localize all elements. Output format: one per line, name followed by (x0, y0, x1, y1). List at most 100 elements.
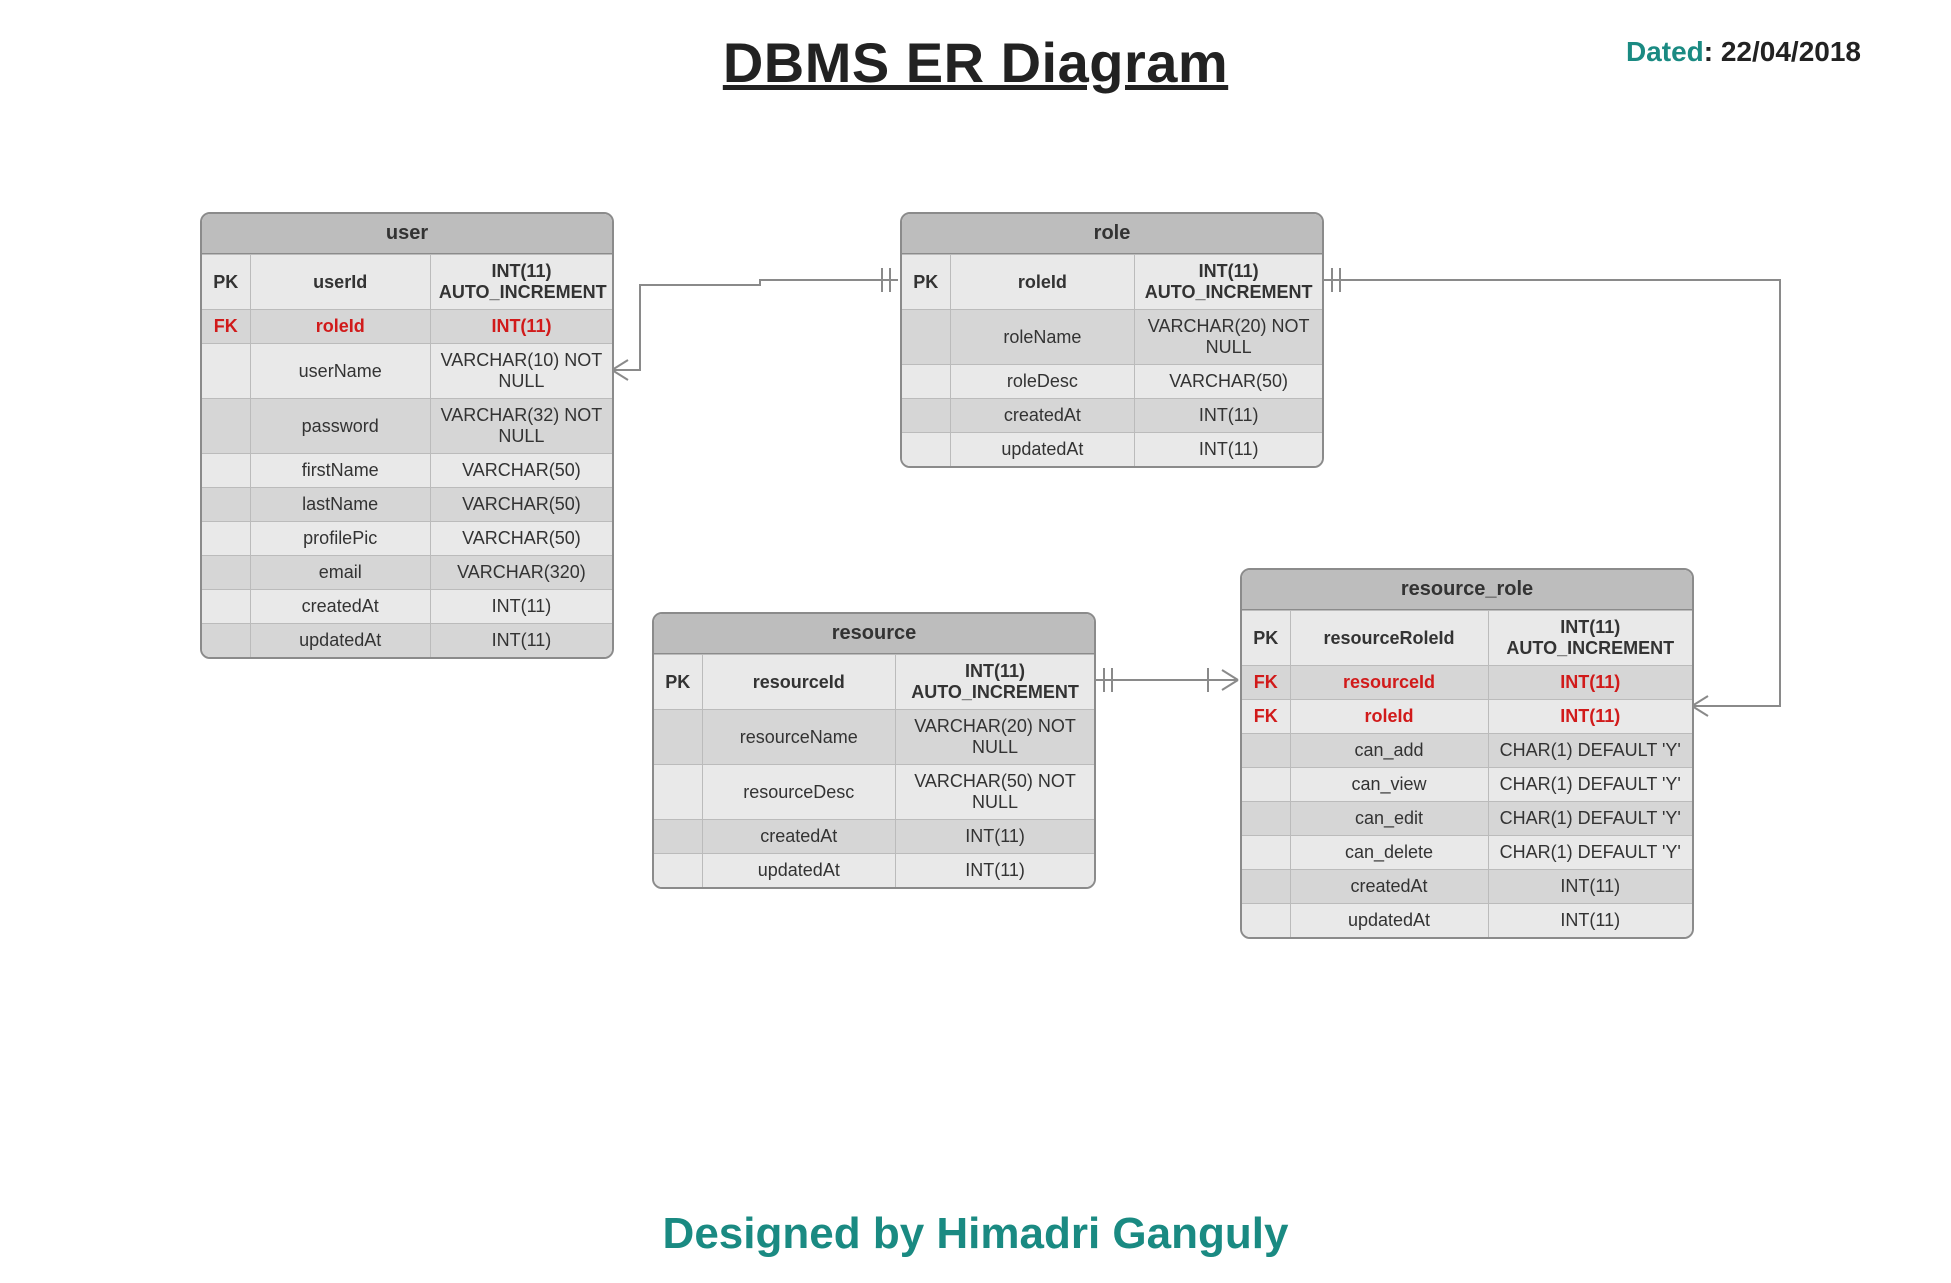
column-row: updatedAtINT(11) (202, 624, 612, 658)
type-cell: INT(11) (1488, 904, 1692, 938)
er-diagram-page: DBMS ER Diagram Dated: 22/04/2018 userPK… (0, 0, 1951, 1283)
key-cell (1242, 802, 1290, 836)
name-cell: updatedAt (250, 624, 430, 658)
crows-foot-user (612, 360, 628, 380)
key-cell (202, 590, 250, 624)
crows-foot-rr-left (1222, 670, 1238, 690)
column-row: userNameVARCHAR(10) NOT NULL (202, 344, 612, 399)
type-cell: INT(11) (1135, 433, 1322, 467)
rel-user-to-role (612, 280, 898, 370)
column-row: PKresourceIdINT(11) AUTO_INCREMENT (654, 655, 1094, 710)
entity-caption: resource (654, 614, 1094, 654)
type-cell: INT(11) AUTO_INCREMENT (896, 655, 1094, 710)
key-cell (902, 365, 950, 399)
type-cell: CHAR(1) DEFAULT 'Y' (1488, 836, 1692, 870)
column-row: updatedAtINT(11) (902, 433, 1322, 467)
key-cell: PK (902, 255, 950, 310)
dated-label: Dated (1626, 36, 1704, 67)
entity-resource_role: resource_rolePKresourceRoleIdINT(11) AUT… (1240, 568, 1694, 939)
key-cell (202, 556, 250, 590)
type-cell: CHAR(1) DEFAULT 'Y' (1488, 802, 1692, 836)
entity-user: userPKuserIdINT(11) AUTO_INCREMENTFKrole… (200, 212, 614, 659)
column-row: createdAtINT(11) (654, 820, 1094, 854)
column-row: FKroleIdINT(11) (1242, 700, 1692, 734)
name-cell: createdAt (1290, 870, 1488, 904)
name-cell: createdAt (250, 590, 430, 624)
column-row: createdAtINT(11) (902, 399, 1322, 433)
key-cell (1242, 870, 1290, 904)
name-cell: email (250, 556, 430, 590)
column-row: can_viewCHAR(1) DEFAULT 'Y' (1242, 768, 1692, 802)
name-cell: updatedAt (1290, 904, 1488, 938)
name-cell: resourceRoleId (1290, 611, 1488, 666)
key-cell (1242, 904, 1290, 938)
entity-caption: user (202, 214, 612, 254)
dated-line: Dated: 22/04/2018 (1626, 36, 1861, 68)
name-cell: resourceId (702, 655, 896, 710)
column-row: can_editCHAR(1) DEFAULT 'Y' (1242, 802, 1692, 836)
entity-caption: resource_role (1242, 570, 1692, 610)
key-cell: PK (1242, 611, 1290, 666)
designer-footer: Designed by Himadri Ganguly (0, 1209, 1951, 1259)
column-row: profilePicVARCHAR(50) (202, 522, 612, 556)
type-cell: INT(11) (1488, 870, 1692, 904)
name-cell: can_add (1290, 734, 1488, 768)
name-cell: roleId (1290, 700, 1488, 734)
column-row: firstNameVARCHAR(50) (202, 454, 612, 488)
type-cell: VARCHAR(50) (430, 522, 612, 556)
key-cell (1242, 768, 1290, 802)
type-cell: INT(11) (430, 624, 612, 658)
key-cell (654, 820, 702, 854)
key-cell (654, 710, 702, 765)
column-row: roleNameVARCHAR(20) NOT NULL (902, 310, 1322, 365)
key-cell (202, 344, 250, 399)
entity-table: PKroleIdINT(11) AUTO_INCREMENTroleNameVA… (902, 254, 1322, 466)
key-cell (1242, 836, 1290, 870)
name-cell: roleName (950, 310, 1135, 365)
key-cell (202, 454, 250, 488)
type-cell: INT(11) (1488, 700, 1692, 734)
type-cell: INT(11) (430, 590, 612, 624)
type-cell: INT(11) (896, 820, 1094, 854)
column-row: can_deleteCHAR(1) DEFAULT 'Y' (1242, 836, 1692, 870)
column-row: resourceDescVARCHAR(50) NOT NULL (654, 765, 1094, 820)
column-row: PKuserIdINT(11) AUTO_INCREMENT (202, 255, 612, 310)
entity-resource: resourcePKresourceIdINT(11) AUTO_INCREME… (652, 612, 1096, 889)
type-cell: INT(11) (430, 310, 612, 344)
name-cell: can_view (1290, 768, 1488, 802)
column-row: FKroleIdINT(11) (202, 310, 612, 344)
type-cell: VARCHAR(32) NOT NULL (430, 399, 612, 454)
name-cell: createdAt (702, 820, 896, 854)
column-row: createdAtINT(11) (202, 590, 612, 624)
type-cell: VARCHAR(20) NOT NULL (1135, 310, 1322, 365)
type-cell: VARCHAR(10) NOT NULL (430, 344, 612, 399)
type-cell: VARCHAR(50) (430, 454, 612, 488)
key-cell: FK (1242, 666, 1290, 700)
name-cell: firstName (250, 454, 430, 488)
type-cell: INT(11) (1488, 666, 1692, 700)
crows-foot-rr-right (1692, 696, 1708, 716)
type-cell: INT(11) AUTO_INCREMENT (1488, 611, 1692, 666)
type-cell: CHAR(1) DEFAULT 'Y' (1488, 768, 1692, 802)
column-row: emailVARCHAR(320) (202, 556, 612, 590)
type-cell: VARCHAR(50) NOT NULL (896, 765, 1094, 820)
name-cell: roleId (950, 255, 1135, 310)
key-cell (654, 765, 702, 820)
name-cell: userName (250, 344, 430, 399)
name-cell: roleId (250, 310, 430, 344)
entity-caption: role (902, 214, 1322, 254)
key-cell (902, 399, 950, 433)
column-row: PKroleIdINT(11) AUTO_INCREMENT (902, 255, 1322, 310)
type-cell: VARCHAR(20) NOT NULL (896, 710, 1094, 765)
name-cell: resourceDesc (702, 765, 896, 820)
type-cell: VARCHAR(320) (430, 556, 612, 590)
name-cell: can_edit (1290, 802, 1488, 836)
column-row: resourceNameVARCHAR(20) NOT NULL (654, 710, 1094, 765)
type-cell: VARCHAR(50) (430, 488, 612, 522)
entity-table: PKresourceIdINT(11) AUTO_INCREMENTresour… (654, 654, 1094, 887)
type-cell: INT(11) AUTO_INCREMENT (430, 255, 612, 310)
column-row: roleDescVARCHAR(50) (902, 365, 1322, 399)
name-cell: password (250, 399, 430, 454)
column-row: createdAtINT(11) (1242, 870, 1692, 904)
key-cell (202, 522, 250, 556)
